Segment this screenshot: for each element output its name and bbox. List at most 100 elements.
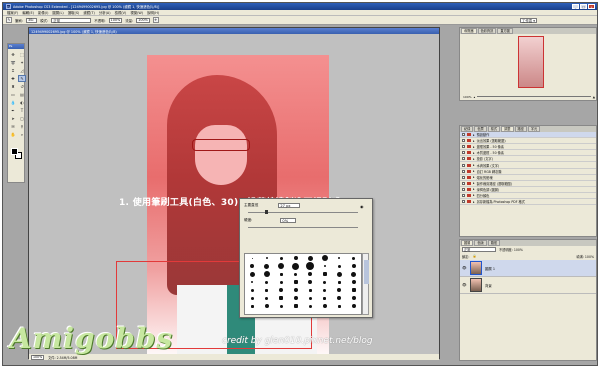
brush-tool-selected-icon[interactable]: ✎	[18, 75, 26, 82]
expand-triangle-icon[interactable]: ▸	[473, 145, 475, 149]
dialog-toggle-icon[interactable]	[467, 200, 471, 204]
expand-triangle-icon[interactable]: ▸	[473, 200, 475, 204]
eyedropper-icon[interactable]: ⚲	[18, 123, 26, 130]
brush-picker[interactable]: 30 ▾	[25, 17, 38, 23]
action-toggle-checkbox[interactable]	[462, 145, 465, 149]
brush-tip-icon[interactable]	[322, 304, 327, 308]
color-swatches[interactable]	[11, 148, 23, 160]
brush-tip-icon[interactable]	[250, 288, 254, 292]
zoom-tool-icon[interactable]: ⌕	[18, 131, 26, 138]
tab-character[interactable]: 字元	[527, 126, 541, 132]
expand-triangle-icon[interactable]: ▸	[473, 157, 475, 161]
hand-tool-icon[interactable]: ✋	[9, 131, 17, 138]
brush-tip-icon[interactable]	[321, 255, 328, 261]
expand-triangle-icon[interactable]: ▸	[473, 187, 475, 191]
gradient-tool-icon[interactable]: ▤	[18, 91, 26, 98]
brush-tip-icon[interactable]	[351, 271, 357, 277]
brush-tip-icon[interactable]	[351, 304, 356, 308]
scroll-thumb[interactable]	[364, 260, 369, 284]
action-toggle-checkbox[interactable]	[462, 133, 465, 137]
brush-tip-icon[interactable]	[351, 264, 356, 268]
brush-tip-icon[interactable]	[265, 288, 269, 292]
menu-image[interactable]: 影像(I)	[38, 10, 48, 15]
action-toggle-checkbox[interactable]	[462, 151, 465, 155]
layer-opacity[interactable]: 不透明度: 100%	[499, 247, 523, 252]
close-button[interactable]: ×	[588, 4, 595, 9]
dialog-toggle-icon[interactable]	[467, 151, 471, 155]
eraser-tool-icon[interactable]: ▭	[9, 91, 17, 98]
brush-tip-icon[interactable]	[337, 304, 341, 308]
brush-tip-icon[interactable]	[265, 296, 269, 300]
action-toggle-checkbox[interactable]	[462, 175, 465, 179]
brush-tip-icon[interactable]	[308, 304, 312, 308]
dialog-toggle-icon[interactable]	[467, 163, 471, 167]
brush-preset-grid[interactable]	[244, 253, 362, 315]
expand-triangle-icon[interactable]: ▸	[473, 175, 475, 179]
brush-tip-icon[interactable]	[265, 257, 268, 259]
navigator-thumbnail[interactable]	[518, 36, 544, 88]
workspace-button[interactable]: 工作區 ▾	[520, 17, 537, 23]
fill-value[interactable]: 填滿: 100%	[576, 254, 594, 259]
diameter-input[interactable]: 27 px	[278, 203, 301, 208]
blur-tool-icon[interactable]: 💧	[9, 99, 17, 106]
brush-tip-icon[interactable]	[351, 288, 356, 292]
brush-tip-icon[interactable]	[279, 304, 283, 308]
layer-row[interactable]: 👁 背景	[460, 277, 596, 294]
dialog-toggle-icon[interactable]	[467, 175, 471, 179]
zoom-in-icon[interactable]: ▲	[593, 95, 595, 99]
brush-tip-icon[interactable]	[279, 272, 283, 276]
expand-triangle-icon[interactable]: ▸	[473, 169, 475, 173]
dialog-toggle-icon[interactable]	[467, 169, 471, 173]
brush-tip-icon[interactable]	[323, 280, 327, 284]
zoom-readout[interactable]: 100%	[31, 354, 45, 360]
layer-row[interactable]: 👁 圖層 1	[460, 260, 596, 277]
slice-tool-icon[interactable]: ◿	[18, 67, 26, 74]
dialog-toggle-icon[interactable]	[467, 139, 471, 143]
brush-tip-icon[interactable]	[249, 271, 255, 277]
menu-analysis[interactable]: 分析(A)	[99, 10, 111, 15]
brush-tip-icon[interactable]	[351, 280, 356, 284]
expand-triangle-icon[interactable]: ▸	[473, 151, 475, 155]
action-toggle-checkbox[interactable]	[462, 187, 465, 191]
action-row[interactable]: ▸ 另存新檔為 Photoshop PDF 格式	[460, 199, 596, 206]
action-toggle-checkbox[interactable]	[462, 200, 465, 204]
hardness-input[interactable]: 0%	[280, 218, 297, 223]
tab-histogram[interactable]: 直方圖	[497, 28, 513, 34]
expand-triangle-icon[interactable]: ▸	[473, 139, 475, 143]
action-toggle-checkbox[interactable]	[462, 163, 465, 167]
brush-tip-icon[interactable]	[293, 288, 298, 292]
expand-triangle-icon[interactable]: ▸	[473, 193, 475, 197]
brush-tip-icon[interactable]	[308, 280, 313, 284]
tab-layer-paths[interactable]: 路徑	[487, 240, 501, 246]
dodge-tool-icon[interactable]: ◐	[18, 99, 26, 106]
brush-tip-icon[interactable]	[264, 304, 269, 308]
menu-layer[interactable]: 圖層(L)	[52, 10, 63, 15]
brush-tip-icon[interactable]	[250, 264, 255, 268]
tab-channels[interactable]: 色版	[474, 240, 487, 246]
brush-tip-icon[interactable]	[264, 263, 270, 269]
brush-tip-icon[interactable]	[250, 304, 254, 308]
brush-tip-icon[interactable]	[263, 271, 270, 277]
menu-file[interactable]: 檔案(F)	[7, 10, 18, 15]
brush-tip-icon[interactable]	[278, 263, 285, 269]
brush-tip-icon[interactable]	[337, 264, 341, 268]
move-tool-icon[interactable]: ✥	[9, 51, 17, 58]
zoom-out-icon[interactable]: ▴	[474, 95, 476, 99]
tab-history[interactable]: 紀錄	[461, 126, 474, 132]
brush-tip-icon[interactable]	[293, 304, 298, 308]
dialog-toggle-icon[interactable]	[467, 145, 471, 149]
brush-tip-icon[interactable]	[337, 288, 342, 292]
foreground-color[interactable]	[11, 148, 18, 155]
opacity-input[interactable]: 100%	[108, 17, 123, 23]
airbrush-icon[interactable]: ✈	[152, 17, 159, 23]
diameter-slider-knob[interactable]	[265, 210, 268, 214]
maximize-button[interactable]: □	[580, 4, 587, 9]
tab-actions[interactable]: 調整	[501, 126, 514, 132]
action-toggle-checkbox[interactable]	[462, 169, 465, 173]
brush-tip-icon[interactable]	[306, 262, 315, 270]
expand-triangle-icon[interactable]: ▸	[473, 133, 475, 137]
brush-tip-icon[interactable]	[307, 255, 313, 261]
tab-styles[interactable]: 樣式	[487, 126, 501, 132]
popup-menu-arrow-icon[interactable]: ◉	[360, 204, 364, 209]
brush-tip-icon[interactable]	[338, 257, 341, 259]
